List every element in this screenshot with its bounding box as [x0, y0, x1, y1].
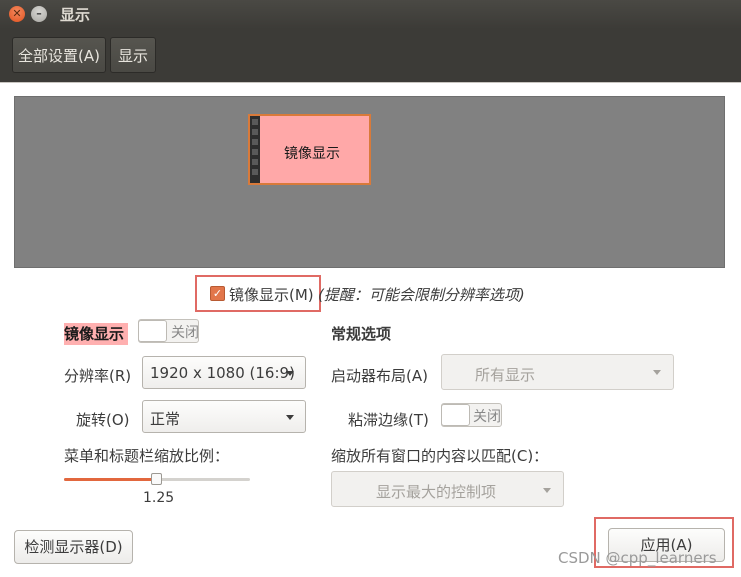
chevron-down-icon: [543, 488, 551, 493]
launcher-icon: [252, 139, 258, 145]
general-options-title: 常规选项: [331, 325, 392, 343]
title-bar: [0, 0, 741, 29]
chevron-down-icon: [653, 370, 661, 375]
scale-all-value: 显示最大的控制项: [375, 483, 496, 501]
launcher-placement-value: 所有显示: [474, 366, 535, 384]
divider: [0, 82, 741, 83]
resolution-label: 分辨率(R): [64, 367, 132, 385]
watermark: CSDN @cpp_learners: [558, 549, 717, 567]
launcher-icon: [252, 159, 258, 165]
launcher-icon: [252, 149, 258, 155]
resolution-value: 1920 x 1080 (16:9): [150, 364, 295, 382]
scale-all-label: 缩放所有窗口的内容以匹配(C)：: [331, 447, 549, 465]
scale-value: 1.25: [143, 490, 175, 506]
window-title: 显示: [60, 6, 91, 24]
all-settings-button[interactable]: 全部设置(A): [12, 37, 106, 73]
rotation-label: 旋转(O): [76, 411, 130, 429]
launcher-icon: [252, 169, 258, 175]
mirror-checkbox[interactable]: ✓: [210, 286, 225, 301]
launcher-icon: [252, 129, 258, 135]
rotation-value: 正常: [150, 410, 181, 428]
detect-displays-button[interactable]: 检测显示器(D): [14, 530, 133, 564]
scale-label: 菜单和标题栏缩放比例：: [64, 447, 230, 465]
close-icon[interactable]: ✕: [9, 6, 25, 22]
display-breadcrumb-button[interactable]: 显示: [110, 37, 156, 73]
mirror-checkbox-label[interactable]: 镜像显示(M): [229, 284, 314, 305]
toggle-state-text: 关闭: [473, 409, 501, 425]
launcher-icon: [252, 119, 258, 125]
toggle-knob: [441, 404, 470, 426]
monitor-label: 镜像显示: [284, 146, 340, 162]
monitor-name-title: 镜像显示: [64, 323, 128, 345]
launcher-placement-label: 启动器布局(A): [331, 367, 428, 385]
scale-slider-fill: [64, 478, 156, 481]
toggle-knob: [138, 320, 167, 342]
minimize-icon[interactable]: –: [31, 6, 47, 22]
scale-slider-handle[interactable]: [151, 473, 162, 485]
chevron-down-icon: [286, 415, 294, 420]
chevron-down-icon: [286, 371, 294, 376]
sticky-edges-label: 粘滞边缘(T): [348, 411, 429, 429]
mirror-hint: (提醒：可能会限制分辨率选项): [318, 286, 525, 304]
toggle-state-text: 关闭: [171, 325, 199, 341]
